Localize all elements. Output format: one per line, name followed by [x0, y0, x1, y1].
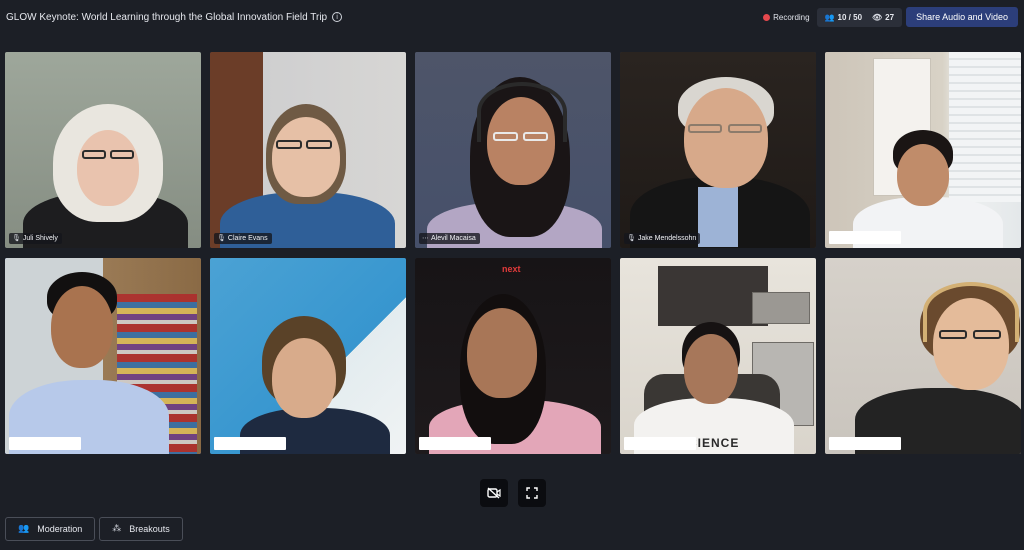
hidden-name-redaction	[829, 437, 901, 450]
participants-count-value: 10 / 50	[837, 12, 863, 22]
participant-name: Alevil Macaisa	[431, 235, 476, 242]
info-icon[interactable]: i	[332, 12, 343, 22]
participant-video	[825, 52, 1021, 248]
breakouts-icon: ⁂	[112, 524, 122, 534]
participant-video	[210, 258, 406, 454]
participant-video	[415, 258, 611, 454]
share-audio-video-button[interactable]: Share Audio and Video	[906, 7, 1018, 27]
participant-video	[415, 52, 611, 248]
breakouts-button[interactable]: ⁂ Breakouts	[99, 517, 183, 541]
mic-icon: ⋯	[422, 234, 429, 242]
fullscreen-glyph	[526, 487, 538, 499]
moderation-icon: 👥	[18, 524, 30, 534]
participant-video	[620, 258, 816, 454]
video-tile[interactable]: 🎙 Juli Shively	[5, 52, 201, 248]
hidden-name-redaction	[829, 231, 901, 244]
participant-video	[825, 258, 1021, 454]
mic-icon: 🎙	[627, 234, 636, 242]
hidden-name-redaction	[419, 437, 491, 450]
mic-icon: 🎙	[217, 234, 226, 242]
participants-count[interactable]: 👥 10 / 50	[825, 13, 862, 22]
participant-video	[5, 52, 201, 248]
participant-video	[620, 52, 816, 248]
fullscreen-icon[interactable]	[518, 479, 546, 507]
viewers-count-value: 27	[885, 12, 895, 22]
video-tile[interactable]: 🎙 Jake Mendelssohn	[620, 52, 816, 248]
recording-label: Recording	[773, 12, 810, 22]
video-grid: 🎙 Juli Shively 🎙 Claire Evans ⋯ Alevil M…	[5, 52, 1021, 454]
moderation-button[interactable]: 👥 Moderation	[5, 517, 96, 541]
mic-icon: 🎙	[12, 234, 21, 242]
hidden-name-redaction	[9, 437, 81, 450]
recording-indicator: Recording	[760, 13, 812, 22]
video-tile[interactable]	[210, 258, 406, 454]
eye-icon: 👁	[872, 12, 883, 22]
top-right-tools: Recording 👥 10 / 50 👁 27 Share Audio and…	[760, 7, 1018, 27]
participants-icon: 👥	[824, 12, 835, 22]
viewers-count[interactable]: 👁 27	[872, 13, 894, 22]
hidden-name-redaction	[624, 437, 696, 450]
participant-video	[5, 258, 201, 454]
attendance-counts[interactable]: 👥 10 / 50 👁 27	[816, 7, 903, 27]
video-tile[interactable]	[825, 258, 1021, 454]
bottom-toolbar: 👥 Moderation ⁂ Breakouts	[5, 517, 183, 541]
media-controls	[480, 479, 546, 507]
participant-nameplate: 🎙 Claire Evans	[214, 233, 272, 244]
participant-nameplate: ⋯ Alevil Macaisa	[419, 233, 480, 244]
participant-name: Claire Evans	[227, 235, 268, 242]
participant-name: Juli Shively	[22, 235, 58, 242]
participant-name: Jake Mendelssohn	[637, 235, 697, 242]
participant-nameplate: 🎙 Jake Mendelssohn	[624, 233, 701, 244]
breakouts-label: Breakouts	[129, 524, 170, 534]
video-tile[interactable]: 🎙 Claire Evans	[210, 52, 406, 248]
hidden-name-redaction	[214, 437, 286, 450]
video-tile[interactable]: CIENCE	[620, 258, 816, 454]
video-tile[interactable]: next	[415, 258, 611, 454]
camera-off-icon[interactable]	[480, 479, 508, 507]
video-tile[interactable]: ⋯ Alevil Macaisa	[415, 52, 611, 248]
top-bar: GLOW Keynote: World Learning through the…	[0, 0, 1024, 34]
video-tile-active-speaker[interactable]	[5, 258, 201, 454]
participant-nameplate: 🎙 Juli Shively	[9, 233, 62, 244]
session-title: GLOW Keynote: World Learning through the…	[6, 11, 328, 23]
moderation-label: Moderation	[37, 524, 83, 534]
session-title-group: GLOW Keynote: World Learning through the…	[6, 11, 343, 23]
video-tile[interactable]	[825, 52, 1021, 248]
participant-video	[210, 52, 406, 248]
recording-dot-icon	[763, 13, 771, 21]
camera-off-glyph	[487, 487, 501, 499]
